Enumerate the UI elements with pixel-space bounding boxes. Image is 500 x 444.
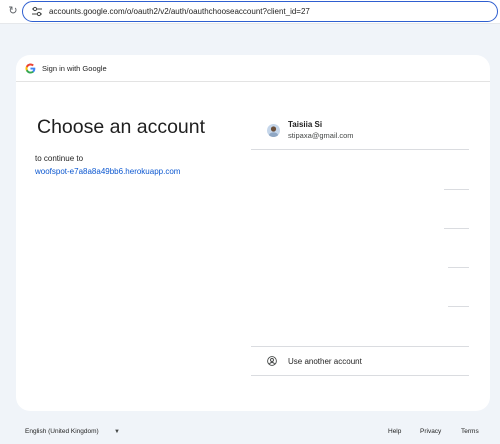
divider: [444, 228, 469, 229]
help-link[interactable]: Help: [388, 427, 401, 437]
header-title: Sign in with Google: [42, 64, 107, 73]
language-selector[interactable]: English (United Kingdom): [25, 427, 99, 437]
divider: [448, 306, 469, 307]
divider: [444, 189, 469, 190]
account-email: stipaxa@gmail.com: [288, 131, 354, 140]
footer: English (United Kingdom) ▼ Help Privacy …: [0, 424, 500, 440]
chevron-down-icon[interactable]: ▼: [114, 427, 122, 437]
account-item[interactable]: Taisiia Si stipaxa@gmail.com: [251, 115, 469, 150]
reload-icon[interactable]: ↻: [6, 4, 20, 18]
use-another-account-button[interactable]: Use another account: [251, 346, 469, 376]
site-info-icon[interactable]: [31, 6, 43, 17]
divider: [448, 267, 469, 268]
person-circle-icon: [267, 356, 277, 366]
app-link[interactable]: woofspot-e7a8a8a49bb6.herokuapp.com: [35, 166, 180, 177]
card-header: Sign in with Google: [16, 55, 490, 82]
page-title: Choose an account: [37, 116, 206, 138]
terms-link[interactable]: Terms: [461, 427, 479, 437]
google-logo-icon: [25, 63, 36, 74]
browser-toolbar: ↻ accounts.google.com/o/oauth2/v2/auth/o…: [0, 0, 500, 24]
url-text[interactable]: accounts.google.com/o/oauth2/v2/auth/oau…: [49, 6, 310, 17]
address-bar[interactable]: accounts.google.com/o/oauth2/v2/auth/oau…: [22, 1, 498, 22]
use-another-account-label: Use another account: [288, 357, 362, 366]
privacy-link[interactable]: Privacy: [420, 427, 441, 437]
avatar: [267, 124, 280, 137]
account-name: Taisiia Si: [288, 120, 323, 129]
sign-in-card: Sign in with Google Choose an account to…: [16, 55, 490, 411]
continue-text: to continue to: [35, 154, 84, 163]
